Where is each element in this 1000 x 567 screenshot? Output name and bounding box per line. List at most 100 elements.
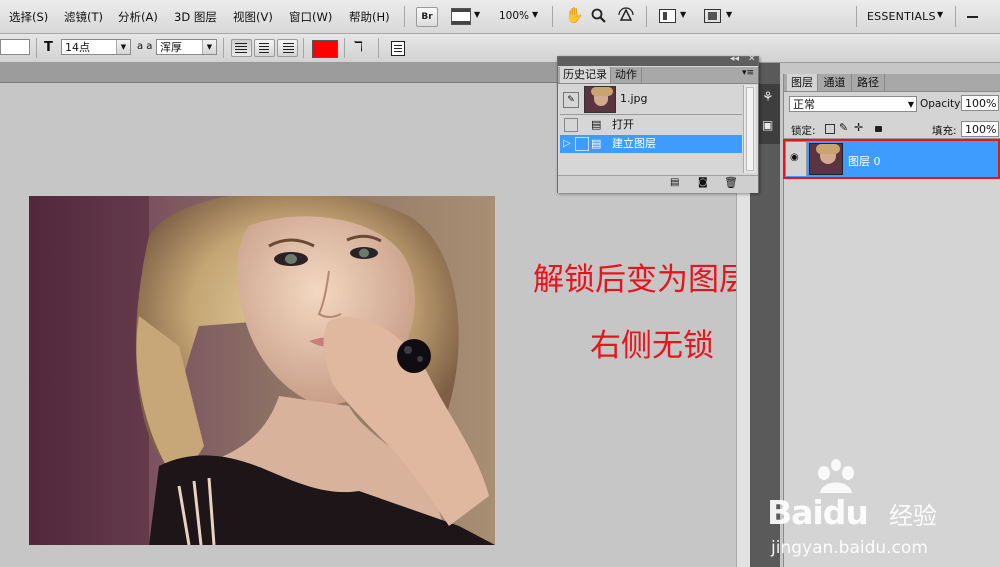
options-divider (303, 38, 304, 58)
panel-menu-icon[interactable]: ▾≡ (742, 68, 754, 78)
blend-mode-select[interactable]: 正常 ▼ (789, 96, 917, 112)
options-divider (36, 38, 37, 58)
snapshot-brush-icon[interactable]: ✎ (563, 92, 579, 108)
zoom-level[interactable]: 100% (499, 10, 529, 22)
anti-alias-select[interactable]: 浑厚 ▼ (156, 39, 217, 55)
close-icon[interactable]: ✕ (748, 54, 756, 64)
tab-paths[interactable]: 路径 (852, 74, 885, 91)
snapshot-thumbnail (584, 86, 616, 113)
chevron-down-icon[interactable]: ▼ (937, 10, 943, 19)
opacity-field[interactable]: 100% (961, 95, 999, 111)
lock-all-icon[interactable] (875, 126, 882, 132)
history-state-arrow-icon: ▷ (563, 138, 571, 149)
history-scrollbar[interactable] (743, 85, 756, 173)
menu-divider (404, 6, 405, 27)
toolbar-divider (552, 6, 553, 27)
history-item-label: 建立图层 (612, 137, 656, 150)
opacity-label: Opacity: (920, 98, 964, 110)
blend-mode-value: 正常 (793, 98, 815, 111)
font-style-field[interactable] (0, 39, 30, 55)
panel-titlebar[interactable]: ◂◂ ✕ (558, 54, 758, 66)
lock-label: 锁定: (791, 125, 816, 137)
history-checkbox[interactable] (575, 137, 589, 151)
menu-bar: 选择(S) 滤镜(T) 分析(A) 3D 图层 视图(V) 窗口(W) 帮助(H… (0, 0, 1000, 34)
menu-view[interactable]: 视图(V) (233, 9, 273, 25)
tab-layers[interactable]: 图层 (787, 74, 818, 91)
warp-text-icon[interactable]: ℸ (354, 39, 363, 55)
chevron-down-icon[interactable]: ▼ (202, 40, 216, 54)
fill-field[interactable]: 100% (961, 121, 999, 137)
chevron-down-icon[interactable]: ▼ (474, 10, 480, 19)
tab-actions[interactable]: 动作 (611, 67, 642, 83)
history-divider (560, 114, 742, 115)
options-divider (344, 38, 345, 58)
history-step-icon: ▤ (591, 137, 602, 150)
layers-tab-bar: 图层 通道 路径 (784, 74, 1000, 92)
character-panel-icon[interactable] (391, 41, 405, 56)
tab-channels[interactable]: 通道 (818, 74, 852, 91)
minimize-icon[interactable] (967, 16, 978, 18)
menu-3d[interactable]: 3D 图层 (174, 9, 217, 25)
rotate-view-icon[interactable] (617, 7, 635, 25)
opacity-value: 100% (965, 97, 997, 110)
history-checkbox[interactable] (564, 118, 578, 132)
menu-window[interactable]: 窗口(W) (289, 9, 332, 25)
font-size-value: 14点 (65, 41, 90, 54)
workspace-divider (856, 6, 857, 27)
workspace-divider (955, 6, 956, 27)
menu-filter[interactable]: 滤镜(T) (64, 9, 103, 25)
align-center-button[interactable] (254, 39, 275, 57)
annotation-no-lock: 右侧无锁 (590, 328, 714, 364)
paw-logo-icon (818, 459, 854, 493)
align-right-button[interactable] (277, 39, 298, 57)
new-document-icon[interactable]: ▤ (670, 177, 679, 188)
history-item-label: 打开 (612, 118, 634, 131)
watermark-cn: 经验 (889, 502, 937, 530)
font-size-icon: T (44, 40, 53, 55)
view-extras-icon[interactable] (451, 8, 471, 25)
history-panel-icon[interactable]: ⚘ (762, 90, 774, 105)
text-color-swatch[interactable] (312, 40, 338, 58)
snapshot-icon[interactable]: ◙ (698, 177, 708, 188)
fill-label: 填充: (932, 125, 957, 137)
highlight-box (783, 139, 1000, 179)
chevron-down-icon[interactable]: ▼ (680, 10, 686, 19)
anti-alias-icon: a a (137, 41, 153, 52)
collapsed-panel-icons: ⚘ ▣ (758, 84, 780, 144)
hand-tool-icon[interactable]: ✋ (565, 6, 584, 24)
bridge-button[interactable]: Br (416, 7, 438, 27)
lock-transparency-icon[interactable] (825, 124, 835, 134)
options-bar: T 14点 ▼ a a 浑厚 ▼ ℸ (0, 34, 1000, 63)
font-size-field[interactable]: 14点 ▼ (61, 39, 131, 55)
history-item-open[interactable]: ▤ 打开 (560, 116, 742, 134)
menu-select[interactable]: 选择(S) (9, 9, 48, 25)
portrait-image (29, 196, 495, 545)
chevron-down-icon[interactable]: ▼ (116, 40, 130, 54)
chevron-down-icon[interactable]: ▼ (532, 10, 538, 19)
history-tab-bar: 历史记录 动作 ▾≡ (558, 67, 758, 84)
screen-mode-icon[interactable] (704, 9, 721, 23)
actions-panel-icon[interactable]: ▣ (762, 118, 773, 132)
options-divider (223, 38, 224, 58)
lock-position-icon[interactable]: ✛ (854, 121, 863, 134)
trash-icon[interactable]: 🗑 (724, 176, 738, 189)
collapse-icon[interactable]: ◂◂ (730, 54, 739, 64)
history-snapshot[interactable]: ✎ 1.jpg (560, 85, 742, 113)
baidu-watermark: Baidu 经验 jingyan.baidu.com (749, 459, 979, 559)
history-panel: ◂◂ ✕ 历史记录 动作 ▾≡ ✎ 1.jpg ▤ 打开 ▷ ▤ 建立图层 ▤ … (557, 54, 759, 193)
tab-history[interactable]: 历史记录 (560, 67, 611, 83)
menu-help[interactable]: 帮助(H) (349, 9, 390, 25)
canvas-photo (29, 196, 495, 545)
annotation-unlocked: 解锁后变为图层0 (533, 262, 770, 298)
chevron-down-icon[interactable]: ▼ (726, 10, 732, 19)
chevron-down-icon[interactable]: ▼ (908, 97, 914, 113)
align-left-button[interactable] (231, 39, 252, 57)
menu-analysis[interactable]: 分析(A) (118, 9, 158, 25)
history-item-new-layer[interactable]: ▷ ▤ 建立图层 (560, 135, 742, 153)
lock-pixels-icon[interactable]: ✎ (839, 121, 848, 134)
options-divider (378, 38, 379, 58)
workspace-switcher[interactable]: ESSENTIALS (867, 10, 936, 23)
snapshot-name: 1.jpg (620, 92, 648, 105)
zoom-tool-icon[interactable] (591, 8, 607, 24)
arrange-documents-icon[interactable] (659, 9, 676, 23)
